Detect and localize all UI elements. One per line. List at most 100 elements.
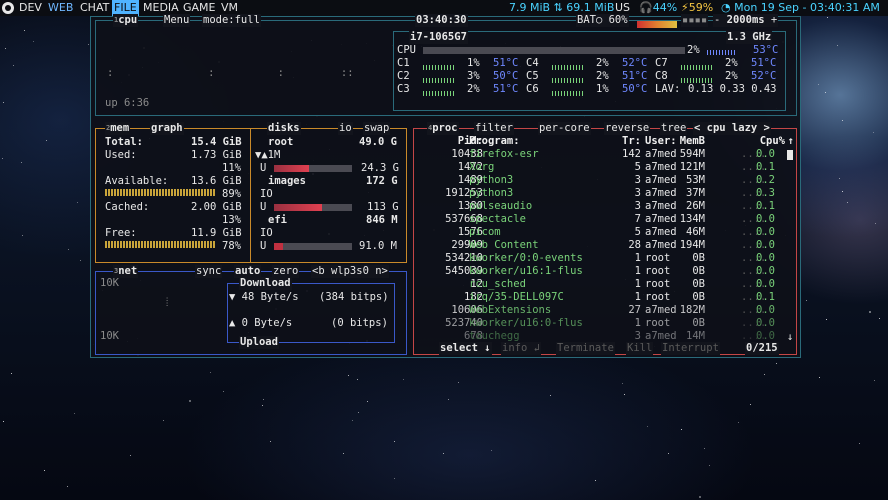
launcher-icon[interactable] [2,2,14,14]
process-row[interactable]: 534210 kworker/0:0-events 1 root 0B.... 0.0 [413,252,797,265]
process-row[interactable]: 523740 kworker/u16:0-flus 1 root 0B.... 0.0 [413,317,797,330]
mode-toggle[interactable]: mode:full [202,14,261,27]
battery-meter [637,21,677,28]
disk-efi-bar [274,243,352,250]
core-usage: 1% [596,83,609,95]
proc-terminate-button[interactable]: Terminate [556,342,615,355]
star [448,399,450,401]
workspace-dev[interactable]: DEV [19,0,42,16]
mem-title[interactable]: 2mem [105,122,131,135]
load-average: 0.13 0.33 0.43 [688,83,777,95]
disks-title[interactable]: disks [267,122,301,135]
star [825,92,827,94]
process-threads: 1 [634,317,641,329]
star [819,376,821,378]
process-row[interactable]: 12 rcu_sched 1 root 0B.... 0.0 [413,278,797,291]
proc-interrupt-button[interactable]: Interrupt [661,342,720,355]
process-row[interactable]: 545039 kworker/u16:1-flus 1 root 0B.... 0.0 [413,265,797,278]
volume-level: 44% [652,1,678,14]
process-threads: 1 [634,291,641,303]
proc-select-control[interactable]: select ↓ [439,342,492,355]
star [223,390,225,392]
process-row[interactable]: 29909 Web Content 28 a7med 194M.... 0.0 [413,239,797,252]
process-threads: 5 [634,226,641,238]
star [839,178,841,180]
process-user: a7med [645,174,677,186]
col-program[interactable]: Program: [469,135,520,148]
process-row[interactable]: 1472 Xorg 5 a7med 121M.... 0.1 [413,161,797,174]
mem-free-label: Free: [105,227,137,239]
core-usage: 2% [596,57,609,69]
proc-filter[interactable]: filter [474,122,514,135]
net-top-scale: 10K [100,277,119,289]
proc-info-button[interactable]: info ↲ [501,342,541,355]
disk-root-used-label: U [260,162,267,174]
star [269,441,271,443]
process-threads: 27 [628,304,641,316]
disk-efi-io-label: IO [260,227,273,239]
process-row[interactable]: 10438 firefox-esr 142 a7med 594M.... 0.0 [413,148,797,161]
process-user: a7med [645,200,677,212]
proc-reverse-toggle[interactable]: reverse [604,122,651,135]
interval-control[interactable]: - 2000ms + [713,14,779,27]
process-row[interactable]: 1380 pulseaudio 3 a7med 26M.... 0.1 [413,200,797,213]
process-cpu: 0.0 [756,252,775,264]
process-memory: 0B [692,291,705,303]
core-name: C3 [397,83,410,95]
process-memory: 134M [679,213,705,225]
cpu-title[interactable]: 1cpu [113,14,139,27]
net-interface-selector[interactable]: <b wlp3s0 n> [311,265,389,278]
process-row[interactable]: 537668 spectacle 7 a7med 134M.... 0.0 [413,213,797,226]
col-cpu[interactable]: Cpu% [760,135,785,148]
disk-root-bar [274,165,352,172]
star [80,259,82,261]
workspace-web[interactable]: WEB [48,0,73,16]
process-row[interactable]: 1489 python3 3 a7med 53M.... 0.2 [413,174,797,187]
star [46,139,48,141]
btop-window[interactable]: 1cpu Menu mode:full 03:40:30 BAT○ 60% ▪▪… [90,14,801,358]
proc-sort-selector[interactable]: < cpu lazy > [693,122,771,135]
disk-images-size: 172 G [366,175,398,187]
core-usage: 2% [467,83,480,95]
cpu-total-label: CPU [397,44,416,56]
col-threads[interactable]: Tr: [622,135,641,148]
process-row[interactable]: 1576 picom 5 a7med 46M.... 0.0 [413,226,797,239]
star [858,442,860,444]
proc-percore-toggle[interactable]: per-core [538,122,591,135]
io-toggle[interactable]: io [338,122,353,135]
disk-efi-used-label: U [260,240,267,252]
process-cpu: 0.3 [756,187,775,199]
mem-graph-toggle[interactable]: graph [150,122,184,135]
scroll-up-icon[interactable]: ↑ [788,135,794,148]
process-row[interactable]: 10606 WebExtensions 27 a7med 182M.... 0.0 [413,304,797,317]
core-usage: 1% [467,57,480,69]
star [262,398,264,400]
proc-scrollbar[interactable] [787,150,793,160]
proc-title[interactable]: 4proc [427,122,459,135]
star [680,429,682,431]
star [874,380,876,382]
process-row[interactable]: 191253 python3 3 a7med 37M.... 0.3 [413,187,797,200]
scroll-down-icon[interactable]: ↓ [787,331,793,344]
star [367,400,369,402]
core-name: C4 [526,57,539,69]
menu-button[interactable]: Menu [163,14,191,27]
col-memb[interactable]: MemB [680,135,705,148]
process-program: pulseaudio [469,200,533,212]
star [457,381,459,383]
disk-images-used-label: U [260,201,267,213]
net-upload-bits: (0 bitps) [331,317,388,329]
net-sync-toggle[interactable]: sync [195,265,223,278]
star [21,161,23,163]
star [12,64,14,66]
volume-widget[interactable]: 🎧44% [639,0,677,16]
swap-toggle[interactable]: swap [363,122,391,135]
process-memory: 37M [686,187,705,199]
process-cpu: 0.1 [756,200,775,212]
process-row[interactable]: 182 irq/35-DELL097C 1 root 0B.... 0.1 [413,291,797,304]
proc-kill-button[interactable]: Kill [626,342,654,355]
col-user[interactable]: User: [645,135,677,148]
process-program: kworker/0:0-events [469,252,583,264]
workspace-chat[interactable]: CHAT [80,0,109,16]
proc-tree-toggle[interactable]: tree [660,122,688,135]
